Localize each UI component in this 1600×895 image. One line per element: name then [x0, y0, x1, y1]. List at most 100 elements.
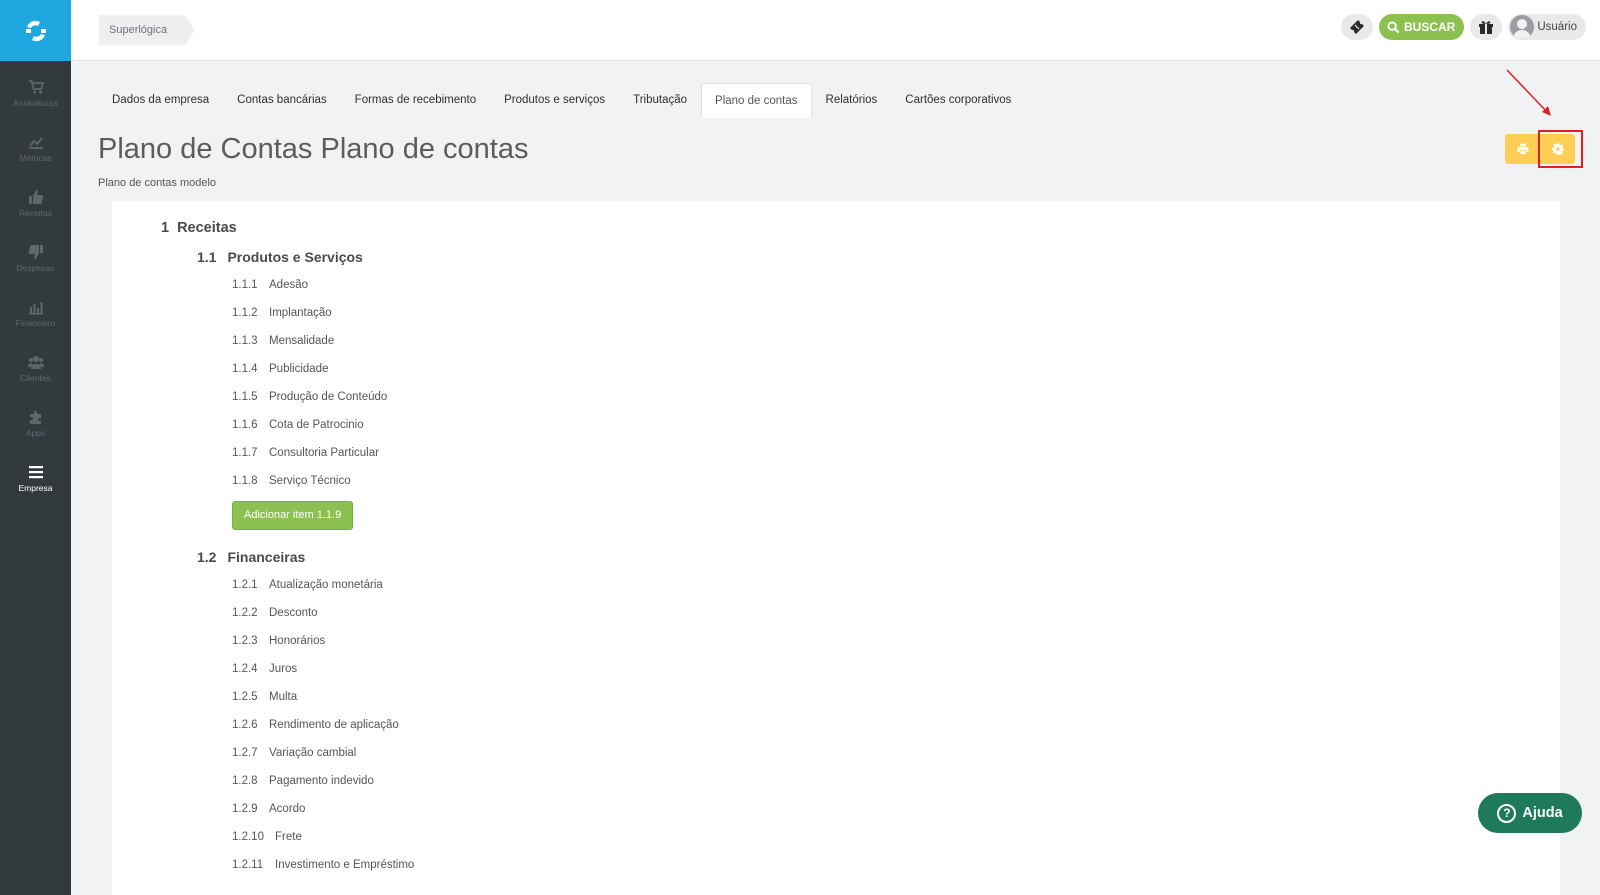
sidebar-item-empresa[interactable]: Empresa — [0, 451, 71, 506]
account-label: Juros — [269, 663, 298, 675]
account-label: Receitas — [177, 220, 237, 236]
list-item[interactable]: 1.1.1 Adesão — [232, 279, 308, 291]
account-number: 1.2.8 — [232, 775, 258, 787]
list-item[interactable]: 1.2.8 Pagamento indevido — [232, 775, 374, 787]
gift-icon — [1479, 21, 1494, 34]
list-item[interactable]: 1.2.10 Frete — [232, 831, 302, 843]
account-label: Produção de Conteúdo — [269, 391, 388, 403]
account-label: Honorários — [269, 635, 326, 647]
account-label: Serviço Técnico — [269, 475, 351, 487]
account-label: Publicidade — [269, 363, 329, 375]
account-label: Implantação — [269, 307, 332, 319]
bar-chart-icon — [28, 302, 43, 315]
account-number: 1.2.10 — [232, 831, 264, 843]
account-number: 1.2.6 — [232, 719, 258, 731]
list-item[interactable]: 1.2.6 Rendimento de aplicação — [232, 719, 399, 731]
search-icon — [1387, 20, 1400, 33]
top-bar: Superlógica BUSCAR Usuário — [71, 0, 1600, 61]
list-item[interactable]: 1.2.1 Atualização monetária — [232, 579, 383, 591]
list-item[interactable]: 1.2.11 Investimento e Empréstimo — [232, 859, 414, 871]
list-item[interactable]: 1.2.7 Variação cambial — [232, 747, 356, 759]
list-item[interactable]: 1.2.2 Desconto — [232, 607, 318, 619]
sidebar-item-label: Clientes — [20, 373, 51, 383]
account-number: 1.2.3 — [232, 635, 258, 647]
thumbs-up-icon — [28, 190, 43, 204]
account-label: Cota de Patrocinio — [269, 419, 364, 431]
account-number: 1.2.11 — [232, 859, 264, 871]
list-item[interactable]: 1.1.3 Mensalidade — [232, 335, 334, 347]
account-label: Consultoria Particular — [269, 447, 379, 459]
list-item[interactable]: 1.1.2 Implantação — [232, 307, 332, 319]
list-item[interactable]: 1.1.7 Consultoria Particular — [232, 447, 379, 459]
print-icon — [1517, 143, 1529, 155]
print-button[interactable] — [1505, 134, 1541, 164]
account-number: 1.1 — [197, 249, 217, 265]
avatar — [1510, 15, 1535, 39]
tab-produtos-e-servicos[interactable]: Produtos e serviços — [490, 83, 619, 118]
user-menu[interactable]: Usuário — [1508, 14, 1586, 40]
account-group-1-1[interactable]: 1.1 Produtos e Serviços — [197, 249, 363, 265]
list-item[interactable]: 1.1.8 Serviço Técnico — [232, 475, 351, 487]
account-label: Mensalidade — [269, 335, 335, 347]
ticket-button[interactable] — [1341, 14, 1374, 40]
account-label: Produtos e Serviços — [227, 249, 363, 265]
account-label: Atualização monetária — [269, 579, 383, 591]
puzzle-icon — [29, 411, 41, 424]
sidebar-item-clientes[interactable]: Clientes — [0, 341, 71, 396]
account-label: Acordo — [269, 803, 306, 815]
list-item[interactable]: 1.2.4 Juros — [232, 663, 297, 675]
list-item[interactable]: 1.2.5 Multa — [232, 691, 297, 703]
superlogica-logo[interactable] — [0, 0, 71, 61]
sidebar-item-metricas[interactable]: Métricas — [0, 121, 71, 176]
account-number: 1.2.7 — [232, 747, 258, 759]
tab-cartoes-corporativos[interactable]: Cartões corporativos — [891, 83, 1025, 118]
sidebar-item-label: Receitas — [18, 208, 53, 218]
list-item[interactable]: 1.2.3 Honorários — [232, 635, 325, 647]
sidebar-item-receitas[interactable]: Receitas — [0, 176, 71, 231]
sidebar-item-apps[interactable]: Apps — [0, 396, 71, 451]
list-item[interactable]: 1.1.4 Publicidade — [232, 363, 328, 375]
list-item[interactable]: 1.2.9 Acordo — [232, 803, 305, 815]
annotation-arrow — [1506, 69, 1551, 116]
sidebar-item-label: Métricas — [19, 153, 52, 163]
line-chart-icon — [28, 137, 43, 149]
add-item-button[interactable]: Adicionar item 1.1.9 — [232, 501, 354, 530]
account-label: Pagamento indevido — [269, 775, 374, 787]
search-button-label: BUSCAR — [1404, 20, 1456, 34]
users-icon — [27, 356, 44, 369]
tab-dados-da-empresa[interactable]: Dados da empresa — [98, 83, 223, 118]
account-label: Investimento e Empréstimo — [275, 859, 415, 871]
account-group-1[interactable]: 1 Receitas — [161, 220, 237, 236]
sidebar-item-assinaturas[interactable]: Assinaturas — [0, 66, 71, 121]
tab-formas-de-recebimento[interactable]: Formas de recebimento — [341, 83, 490, 118]
page-subtitle: Plano de contas modelo — [98, 177, 217, 189]
account-label: Variação cambial — [269, 747, 357, 759]
account-number: 1.1.8 — [232, 475, 258, 487]
gift-button[interactable] — [1470, 14, 1503, 40]
account-number: 1.1.6 — [232, 419, 258, 431]
account-label: Financeiras — [227, 549, 306, 565]
account-number: 1.1.7 — [232, 447, 258, 459]
sidebar-item-label: Assinaturas — [13, 98, 58, 108]
sidebar: Assinaturas Métricas Receitas Despesas F… — [0, 0, 71, 895]
account-group-1-2[interactable]: 1.2 Financeiras — [197, 549, 305, 565]
settings-tabs: Dados da empresa Contas bancárias Formas… — [98, 83, 1025, 118]
account-number: 1 — [161, 220, 170, 236]
tab-plano-de-contas[interactable]: Plano de contas — [701, 83, 812, 118]
tab-relatorios[interactable]: Relatórios — [812, 83, 892, 118]
search-button[interactable]: BUSCAR — [1379, 14, 1465, 40]
annotation-highlight-box — [1538, 130, 1583, 168]
account-label: Rendimento de aplicação — [269, 719, 399, 731]
help-button[interactable]: ? Ajuda — [1478, 793, 1582, 833]
list-item[interactable]: 1.1.5 Produção de Conteúdo — [232, 391, 387, 403]
list-item[interactable]: 1.1.6 Cota de Patrocinio — [232, 419, 364, 431]
tab-tributacao[interactable]: Tributação — [619, 83, 701, 118]
tab-contas-bancarias[interactable]: Contas bancárias — [223, 83, 341, 118]
account-label: Desconto — [269, 607, 318, 619]
sidebar-item-financeiro[interactable]: Financeiro — [0, 286, 71, 341]
sidebar-item-despesas[interactable]: Despesas — [0, 231, 71, 286]
thumbs-down-icon — [28, 245, 43, 259]
account-number: 1.1.4 — [232, 363, 258, 375]
breadcrumb[interactable]: Superlógica — [99, 15, 196, 45]
superlogica-logo-icon — [25, 20, 46, 41]
